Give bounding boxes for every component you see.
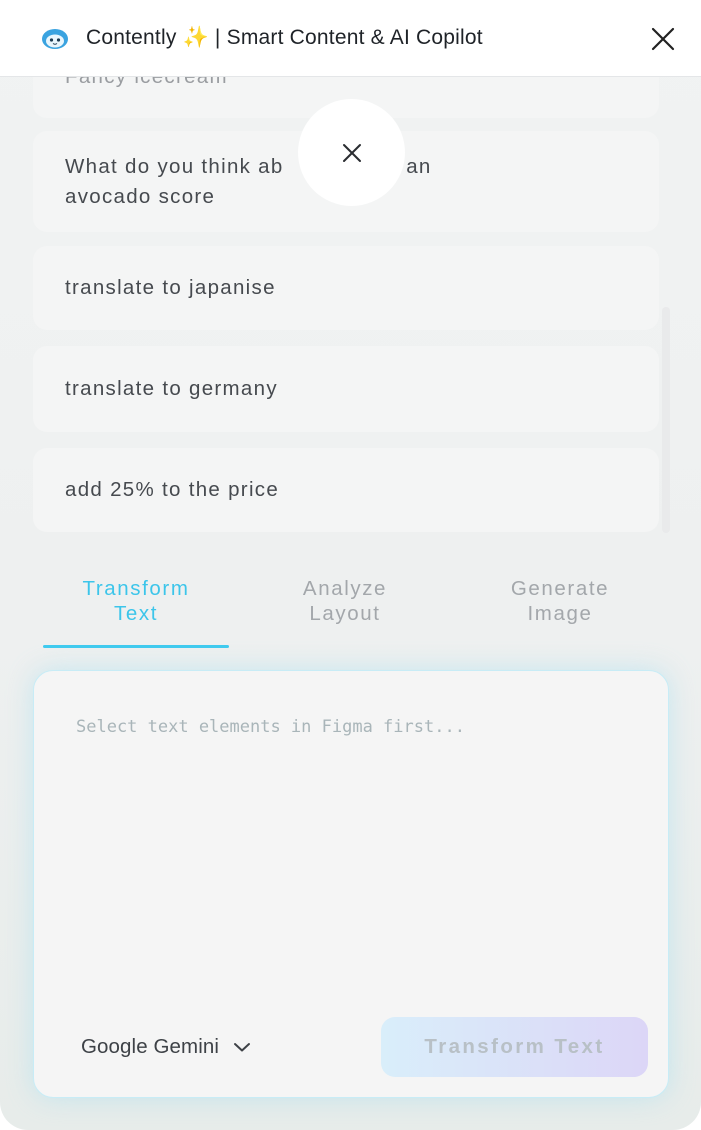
history-item[interactable]: translate to germany	[33, 346, 659, 432]
close-icon[interactable]	[648, 24, 678, 54]
tab-label-line: Layout	[309, 602, 381, 625]
tab-label-line: Analyze	[302, 577, 388, 600]
plugin-window: Contently ✨ | Smart Content & AI Copilot…	[0, 0, 701, 1130]
delete-item-button[interactable]	[298, 99, 405, 206]
tab-label-line: Text	[114, 602, 158, 625]
mode-tabs: Transform Text Analyze Layout Generate I…	[0, 570, 701, 650]
history-item-text: translate to japanise	[65, 276, 276, 299]
active-tab-indicator	[43, 645, 229, 648]
model-select[interactable]: Google Gemini	[81, 1031, 251, 1063]
tab-transform-text[interactable]: Transform Text	[43, 576, 229, 626]
model-select-value: Google Gemini	[81, 1035, 220, 1058]
prompt-input[interactable]	[76, 717, 626, 967]
cloud-mascot-icon	[42, 29, 68, 49]
history-item[interactable]: add 25% to the price	[33, 448, 659, 532]
history-scrollbar[interactable]	[662, 307, 670, 533]
tab-label-line: Image	[527, 602, 593, 625]
close-icon	[342, 143, 361, 162]
tab-label-line: Transform	[82, 577, 190, 600]
history-item-text: Fancy icecream	[65, 76, 228, 88]
window-title: Contently ✨ | Smart Content & AI Copilot	[86, 26, 483, 49]
history-item-text: What do you think ab e me an avocado sco…	[65, 154, 432, 208]
title-bar: Contently ✨ | Smart Content & AI Copilot	[0, 0, 701, 77]
tab-analyze-layout[interactable]: Analyze Layout	[252, 576, 438, 626]
tab-label-line: Generate	[510, 577, 610, 600]
transform-panel: Google Gemini Transform Text	[33, 670, 669, 1098]
history-item-text: add 25% to the price	[65, 478, 280, 501]
transform-text-button[interactable]: Transform Text	[381, 1017, 648, 1077]
history-item[interactable]: translate to japanise	[33, 246, 659, 330]
chevron-down-icon	[234, 1043, 251, 1052]
history-item-text: translate to germany	[65, 377, 278, 400]
tab-generate-image[interactable]: Generate Image	[467, 576, 653, 626]
